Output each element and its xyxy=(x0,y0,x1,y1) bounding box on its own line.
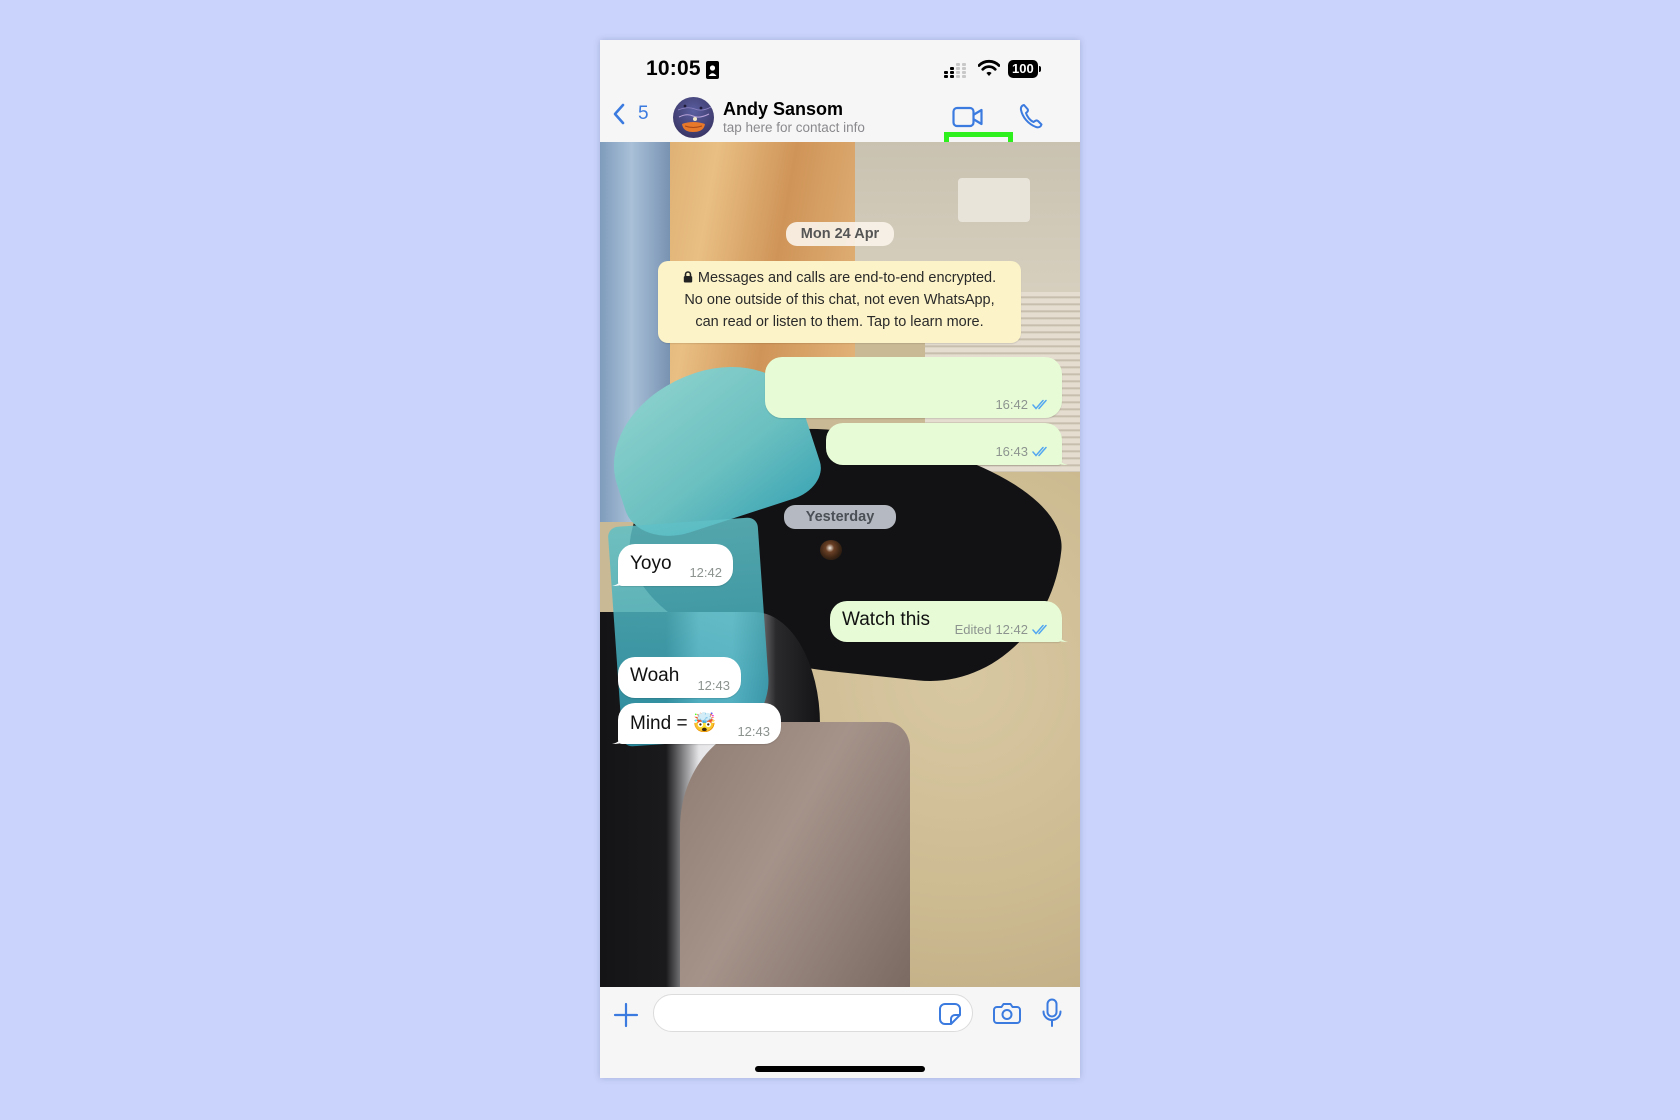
contact-card-icon xyxy=(706,61,719,79)
encryption-line-3: can read or listen to them. Tap to learn… xyxy=(695,314,984,330)
message-text: Mind = 🤯 xyxy=(630,713,717,734)
encryption-notice[interactable]: Messages and calls are end-to-end encryp… xyxy=(658,261,1021,343)
encryption-line-1: Messages and calls are end-to-end encryp… xyxy=(668,267,1011,289)
wifi-icon xyxy=(978,59,1000,76)
signal-icon xyxy=(944,63,966,78)
chat-header: 5 Andy Sansom tap here for contact info xyxy=(600,90,1080,201)
message-time: 12:42 xyxy=(995,622,1028,637)
contact-info[interactable]: Andy Sansom tap here for contact info xyxy=(723,98,865,136)
home-indicator[interactable] xyxy=(755,1066,925,1072)
message-meta: 16:43 xyxy=(995,444,1050,459)
back-button[interactable]: 5 xyxy=(612,96,649,132)
message-input[interactable] xyxy=(653,994,973,1032)
contact-name: Andy Sansom xyxy=(723,99,844,119)
phone-screen: 10:05 100 5 Andy Sansom tap here for con… xyxy=(600,40,1080,1078)
wallpaper-blanket xyxy=(680,722,910,987)
message-bubble-received[interactable]: Yoyo 12:42 xyxy=(618,544,733,586)
battery-tip xyxy=(1038,65,1041,72)
voice-call-icon[interactable] xyxy=(1018,102,1044,130)
message-text: Yoyo xyxy=(630,553,672,574)
chevron-left-icon xyxy=(613,103,625,125)
message-bubble-received[interactable]: Woah 12:43 xyxy=(618,657,741,698)
encryption-line-2: No one outside of this chat, not even Wh… xyxy=(684,292,995,308)
wallpaper-socket xyxy=(958,178,1030,222)
message-text: Woah xyxy=(630,665,680,686)
contact-subtitle: tap here for contact info xyxy=(723,120,865,135)
read-ticks-icon xyxy=(1032,624,1047,635)
sticker-icon[interactable] xyxy=(938,1002,962,1026)
video-call-icon[interactable] xyxy=(952,104,984,130)
date-separator: Mon 24 Apr xyxy=(786,222,894,246)
message-bubble-sent[interactable]: 16:43 xyxy=(826,423,1062,465)
avatar-image xyxy=(673,97,714,138)
wallpaper-dog-eye xyxy=(820,540,842,560)
message-bubble-sent[interactable]: 16:42 xyxy=(765,357,1062,418)
message-time: 12:42 xyxy=(689,565,722,580)
message-bubble-received[interactable]: Mind = 🤯 12:43 xyxy=(618,703,781,744)
message-bubble-sent[interactable]: Watch this Edited 12:42 xyxy=(830,601,1062,642)
battery-level: 100 xyxy=(1008,59,1038,78)
input-bar xyxy=(600,987,1080,1078)
message-time: 12:43 xyxy=(697,678,730,693)
camera-icon[interactable] xyxy=(993,1001,1021,1025)
unread-count: 5 xyxy=(638,103,649,124)
read-ticks-icon xyxy=(1032,446,1047,457)
message-meta: 16:42 xyxy=(995,397,1050,412)
bubble-tail xyxy=(1056,630,1068,642)
battery-indicator: 100 xyxy=(1008,59,1041,78)
date-separator: Yesterday xyxy=(784,505,896,529)
bubble-tail xyxy=(612,732,624,744)
message-meta: Edited 12:42 xyxy=(955,622,1050,637)
plus-icon[interactable] xyxy=(613,1002,639,1028)
message-time: 16:42 xyxy=(995,397,1028,412)
encryption-text-1: Messages and calls are end-to-end encryp… xyxy=(697,270,997,286)
microphone-icon[interactable] xyxy=(1042,998,1062,1028)
status-time: 10:05 xyxy=(646,57,701,80)
message-text: Watch this xyxy=(842,609,930,630)
chat-area[interactable]: Mon 24 Apr Messages and calls are end-to… xyxy=(600,142,1080,987)
read-ticks-icon xyxy=(1032,399,1047,410)
lock-icon xyxy=(683,271,693,283)
message-time: 16:43 xyxy=(995,444,1028,459)
edited-label: Edited xyxy=(954,622,992,637)
status-bar: 10:05 100 xyxy=(600,40,1080,90)
bubble-tail xyxy=(612,574,624,586)
bubble-tail xyxy=(1056,453,1068,465)
message-time: 12:43 xyxy=(737,724,770,739)
contact-avatar[interactable] xyxy=(673,97,714,138)
